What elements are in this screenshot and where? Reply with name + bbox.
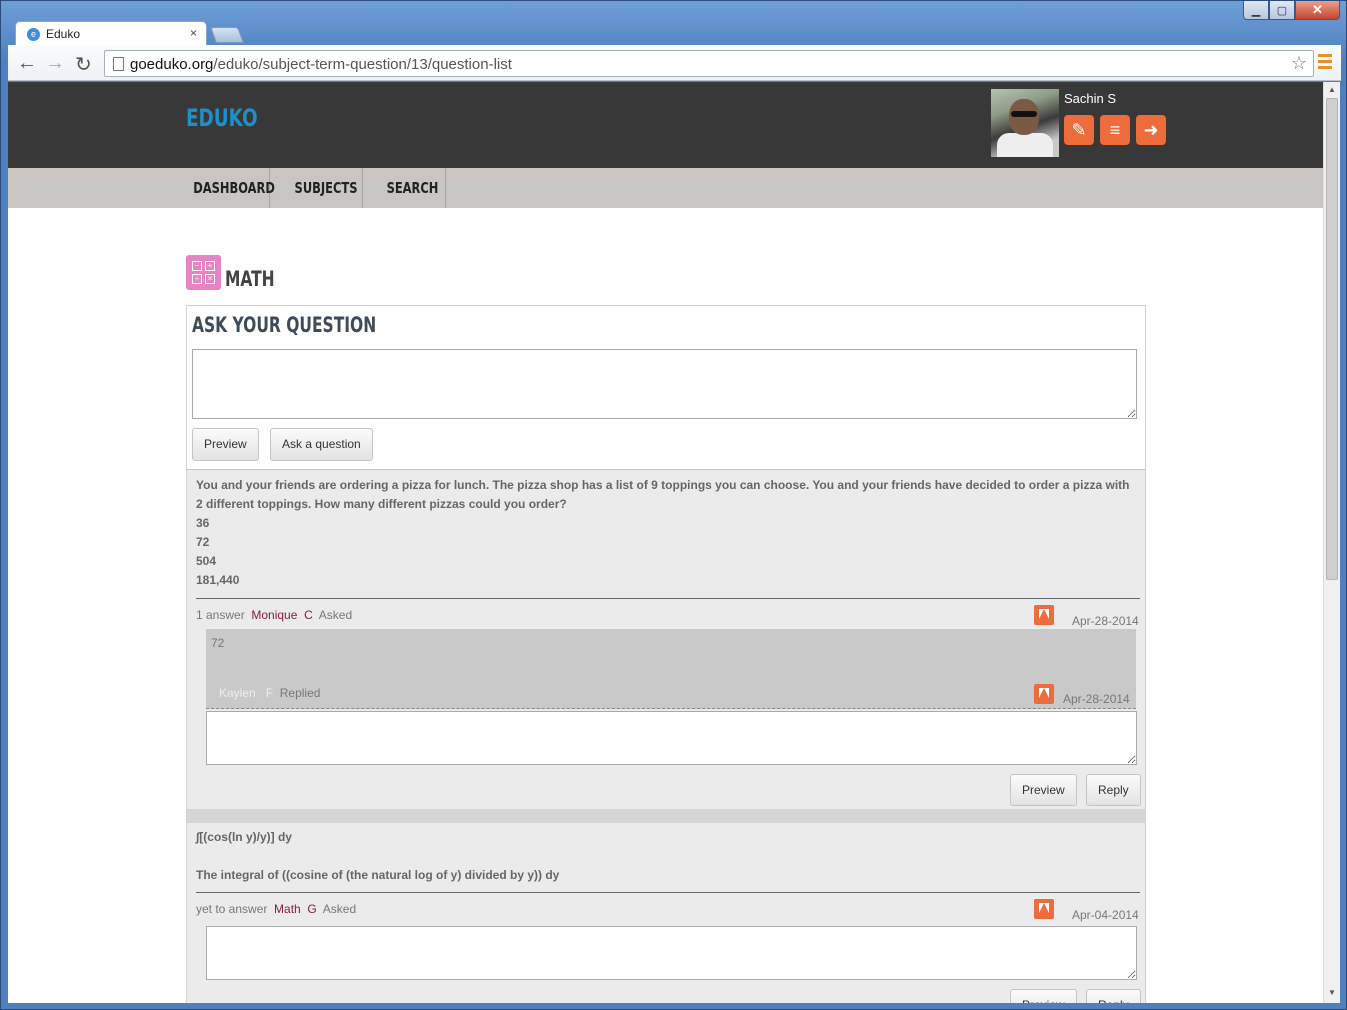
question-separator [187, 809, 1145, 823]
answerer-name[interactable]: Kaylen F [219, 686, 273, 700]
browser-tab[interactable]: e Eduko × [15, 21, 207, 46]
nav-subjects[interactable]: SUBJECTS [270, 168, 363, 208]
ask-question-heading: ASK YOUR QUESTION [192, 313, 377, 337]
page-scrollbar[interactable]: ▲ ▼ [1323, 82, 1340, 1003]
question-text: ∫[(cos(ln y)/y)] dy The integral of ((co… [196, 830, 560, 882]
reply-button[interactable]: Reply [1086, 774, 1141, 806]
browser-window: ▁ ▢ ✕ e Eduko × ← → ↻ goeduko.org/eduko/… [0, 0, 1347, 1010]
avatar[interactable] [991, 89, 1059, 157]
question-date: Apr-04-2014 [1072, 908, 1139, 922]
user-name[interactable]: Sachin S [1064, 91, 1116, 106]
browser-toolbar: ← → ↻ goeduko.org/eduko/subject-term-que… [8, 45, 1341, 81]
flag-icon[interactable] [1034, 605, 1054, 625]
profile-edit-icon[interactable]: ✎ [1064, 115, 1094, 145]
question-meta: 1 answer Monique C Asked [196, 608, 353, 622]
minimize-button[interactable]: ▁ [1243, 1, 1269, 20]
main-nav: DASHBOARD SUBJECTS SEARCH [8, 168, 1323, 208]
back-icon[interactable]: ← [17, 52, 37, 75]
books-icon[interactable]: ≡ [1100, 115, 1130, 145]
logout-icon[interactable]: ➜ [1136, 115, 1166, 145]
answer-item: 72 Kaylen F Replied Apr-28-2014 [206, 629, 1136, 709]
question-text: You and your friends are ordering a pizz… [196, 478, 1130, 587]
answer-text: 72 [211, 636, 225, 650]
answer-date: Apr-28-2014 [1063, 692, 1130, 706]
asker-name[interactable]: Monique C [251, 608, 312, 622]
favicon-icon: e [27, 28, 40, 41]
url-text[interactable]: goeduko.org/eduko/subject-term-question/… [130, 56, 512, 73]
nav-search[interactable]: SEARCH [363, 168, 446, 208]
maximize-button[interactable]: ▢ [1269, 1, 1295, 20]
answer-meta: Kaylen F Replied [219, 686, 321, 700]
tab-close-icon[interactable]: × [190, 26, 197, 40]
ask-submit-button[interactable]: Ask a question [270, 428, 373, 461]
close-window-button[interactable]: ✕ [1295, 1, 1340, 20]
reply-input[interactable] [206, 711, 1137, 765]
nav-dashboard[interactable]: DASHBOARD [167, 168, 275, 208]
reload-icon[interactable]: ↻ [75, 52, 92, 77]
reply-preview-button[interactable]: Preview [1010, 774, 1077, 806]
browser-menu-icon[interactable] [1318, 54, 1332, 72]
window-controls: ▁ ▢ ✕ [1243, 1, 1340, 20]
question-item: You and your friends are ordering a pizz… [187, 469, 1145, 809]
ask-question-input[interactable] [192, 349, 1137, 419]
reply-button[interactable]: Reply [1086, 989, 1141, 1003]
answer-flag-icon[interactable] [1034, 684, 1054, 704]
asker-name[interactable]: Math G [274, 902, 317, 916]
page-viewport: EDUKO Sachin S ✎ ≡ ➜ DASHBOARD SUBJECTS … [8, 82, 1323, 1003]
question-meta: yet to answer Math G Asked [196, 902, 357, 916]
question-card: ASK YOUR QUESTION Preview Ask a question… [186, 305, 1146, 1003]
site-logo[interactable]: EDUKO [186, 104, 258, 132]
scrollbar-thumb[interactable] [1326, 98, 1338, 580]
subject-title: MATH [225, 267, 275, 291]
math-subject-icon: − + ÷ × [186, 255, 221, 290]
ask-preview-button[interactable]: Preview [192, 428, 259, 461]
page-icon [113, 57, 124, 71]
question-item: ∫[(cos(ln y)/y)] dy The integral of ((co… [187, 823, 1145, 1003]
reply-preview-button[interactable]: Preview [1010, 989, 1077, 1003]
flag-icon[interactable] [1034, 899, 1054, 919]
address-bar[interactable]: goeduko.org/eduko/subject-term-question/… [104, 50, 1314, 77]
forward-icon[interactable]: → [45, 52, 65, 75]
bookmark-star-icon[interactable]: ☆ [1291, 53, 1307, 74]
tab-title: Eduko [46, 27, 81, 41]
question-date: Apr-28-2014 [1072, 614, 1139, 628]
reply-input[interactable] [206, 926, 1137, 980]
new-tab-button[interactable] [210, 27, 244, 43]
site-header: EDUKO Sachin S ✎ ≡ ➜ [8, 82, 1323, 168]
